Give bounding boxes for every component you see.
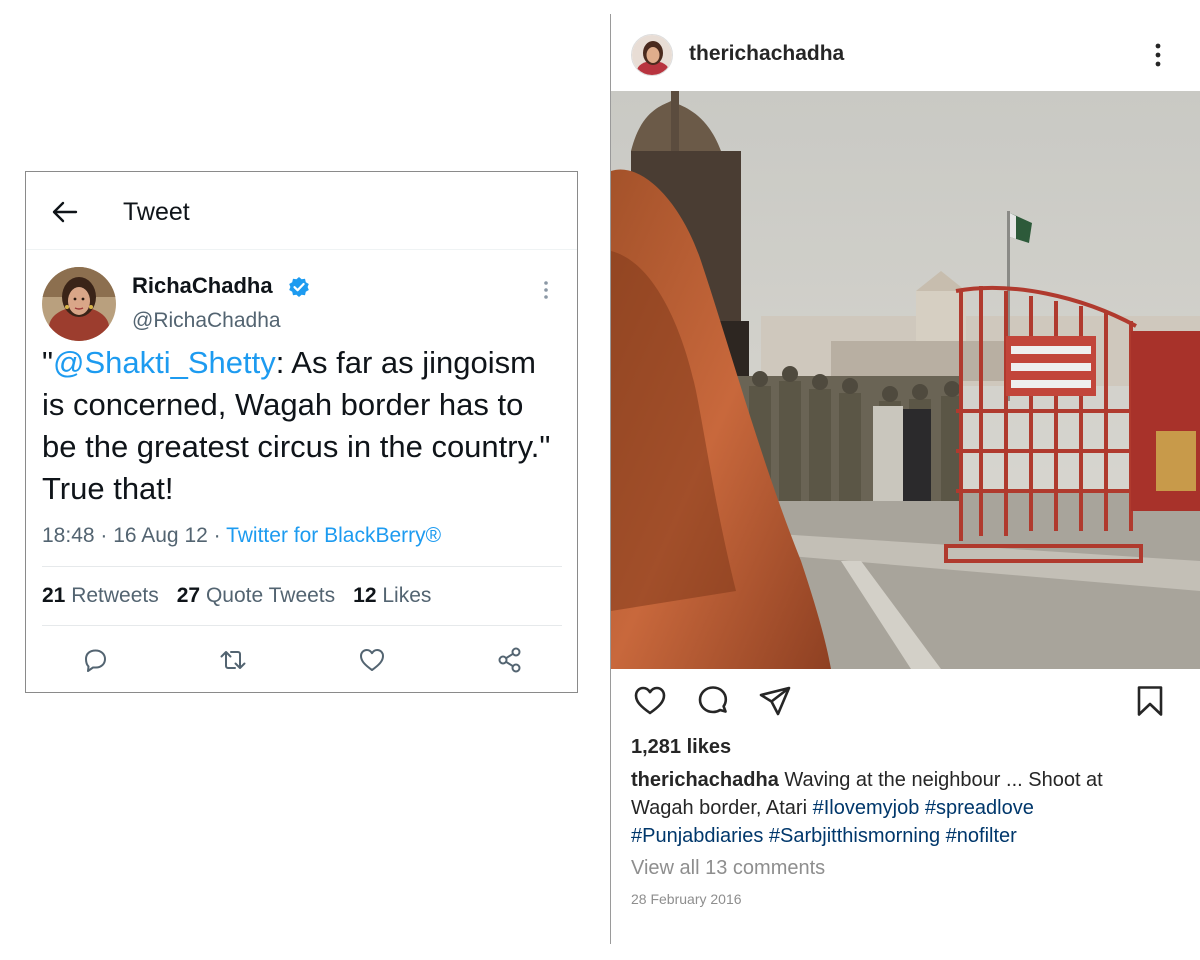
tweet-time-date: 18:48 · 16 Aug 12 · (42, 524, 227, 547)
likes-count: 12 (353, 584, 377, 607)
retweets-label: Retweets (71, 584, 159, 607)
tweet-source-link[interactable]: Twitter for BlackBerry® (226, 524, 441, 547)
quote-tweets-count: 27 (176, 584, 201, 607)
verified-badge-icon (289, 277, 309, 297)
view-comments-link[interactable]: View all 13 comments (631, 857, 825, 880)
reply-icon[interactable] (80, 645, 110, 675)
like-icon[interactable] (357, 645, 387, 675)
tweet-text: "@Shakti_Shetty: As far as jingoism is c… (42, 342, 562, 510)
post-username[interactable]: therichachadha (689, 42, 844, 66)
send-icon[interactable] (758, 684, 792, 718)
post-photo[interactable] (611, 91, 1200, 669)
author-name[interactable]: RichaChadha (132, 273, 273, 299)
quote-tweets-stat[interactable]: 27 Quote Tweets (177, 584, 335, 607)
tweet-header: Tweet (26, 172, 577, 250)
avatar[interactable] (42, 267, 116, 341)
hashtag-link[interactable]: #spreadlove (925, 797, 1034, 819)
quote-tweets-label: Quote Tweets (205, 584, 336, 607)
bookmark-icon[interactable] (1133, 684, 1167, 718)
share-icon[interactable] (495, 645, 525, 675)
tweet-meta: 18:48 · 16 Aug 12 · Twitter for BlackBer… (42, 524, 441, 548)
hashtag-link[interactable]: #Punjabdiaries (631, 825, 763, 847)
retweets-count: 21 (42, 584, 66, 607)
heart-icon[interactable] (633, 684, 667, 718)
post-caption: therichachadha Waving at the neighbour .… (631, 766, 1151, 850)
hashtag-link[interactable]: #Ilovemyjob (813, 797, 920, 819)
divider (42, 566, 562, 567)
divider (42, 625, 562, 626)
mention-link[interactable]: @Shakti_Shetty (53, 345, 276, 380)
post-date: 28 February 2016 (631, 891, 742, 907)
retweets-stat[interactable]: 21 Retweets (42, 584, 159, 607)
tweet-stats: 21 Retweets 27 Quote Tweets 12 Likes (42, 584, 449, 608)
tweet-card: Tweet RichaChadha @RichaChadha "@Shakti_… (25, 171, 578, 693)
hashtag-link[interactable]: #nofilter (946, 825, 1017, 847)
hashtag-link[interactable]: #Sarbjitthismorning (769, 825, 940, 847)
likes-label: Likes (382, 584, 432, 607)
avatar[interactable] (631, 34, 673, 76)
likes-stat[interactable]: 12 Likes (353, 584, 431, 607)
retweet-icon[interactable] (218, 645, 248, 675)
back-arrow-icon[interactable] (50, 200, 78, 224)
likes-count[interactable]: 1,281 likes (631, 736, 731, 759)
page-title: Tweet (123, 198, 190, 226)
more-vertical-icon[interactable] (542, 279, 550, 301)
more-vertical-icon[interactable] (1150, 41, 1166, 69)
caption-username[interactable]: therichachadha (631, 769, 779, 791)
tweet-text-open-quote: " (42, 345, 54, 380)
comment-icon[interactable] (696, 684, 730, 718)
author-handle[interactable]: @RichaChadha (132, 309, 281, 333)
